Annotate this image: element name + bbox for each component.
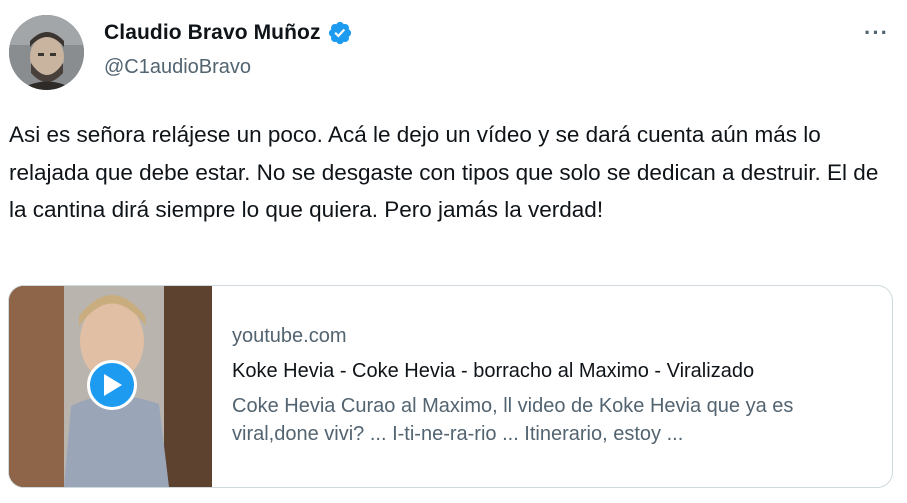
card-description: Coke Hevia Curao al Maximo, ll video de … bbox=[232, 395, 794, 445]
video-thumbnail[interactable] bbox=[9, 286, 212, 487]
author-handle[interactable]: @C1audioBravo bbox=[104, 56, 251, 79]
tweet-text: Asi es señora relájese un poco. Acá le d… bbox=[9, 122, 879, 222]
link-preview-card[interactable]: youtube.com Koke Hevia - Coke Hevia - bo… bbox=[8, 285, 893, 488]
card-body: youtube.com Koke Hevia - Coke Hevia - bo… bbox=[232, 322, 882, 448]
author-display-name[interactable]: Claudio Bravo Muñoz bbox=[104, 21, 321, 45]
play-icon[interactable] bbox=[87, 360, 137, 410]
card-title[interactable]: Koke Hevia - Coke Hevia - borracho al Ma… bbox=[232, 356, 882, 386]
avatar[interactable] bbox=[9, 15, 84, 90]
verified-badge-icon bbox=[327, 20, 353, 46]
card-domain: youtube.com bbox=[232, 325, 347, 347]
author-name-row: Claudio Bravo Muñoz bbox=[104, 20, 353, 46]
more-options-icon[interactable]: ··· bbox=[864, 20, 889, 46]
